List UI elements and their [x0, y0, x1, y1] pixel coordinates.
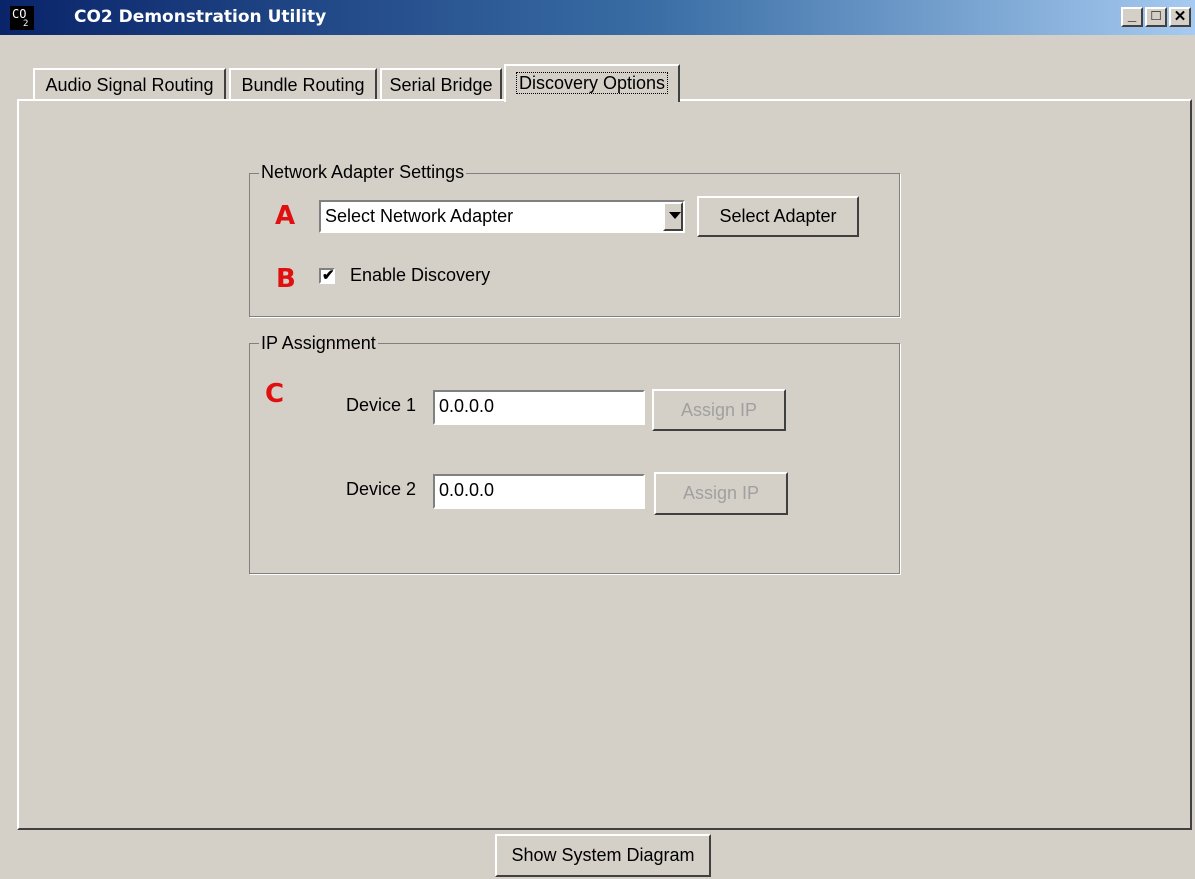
network-adapter-dropdown-value: Select Network Adapter [325, 206, 514, 226]
device-2-ip-input[interactable]: 0.0.0.0 [433, 474, 645, 509]
device-2-label: Device 2 [346, 479, 417, 499]
marker-b: B [276, 264, 296, 294]
device-1-label: Device 1 [346, 395, 417, 415]
device-1-assign-ip-button[interactable]: Assign IP [652, 389, 786, 431]
close-icon: ✕ [1173, 8, 1187, 25]
enable-discovery-label[interactable]: Enable Discovery [350, 265, 490, 286]
marker-c: C [265, 379, 285, 409]
enable-discovery-checkbox[interactable]: ✔ [319, 267, 335, 284]
maximize-button[interactable]: □ [1145, 7, 1167, 27]
dropdown-triangle [669, 212, 681, 219]
tab-audio-signal-routing[interactable]: Audio Signal Routing [33, 68, 226, 100]
app-icon: CO 2 [10, 6, 34, 30]
check-icon: ✔ [322, 267, 335, 284]
device-2-assign-ip-button[interactable]: Assign IP [654, 472, 788, 515]
minimize-icon: _ [1127, 7, 1137, 24]
chevron-down-icon[interactable] [663, 202, 683, 231]
ip-assignment-group [249, 343, 900, 574]
tab-label: Audio Signal Routing [45, 75, 214, 95]
device-1-ip-value: 0.0.0.0 [439, 396, 495, 416]
assign-ip-label: Assign IP [680, 400, 758, 420]
tab-discovery-options[interactable]: Discovery Options [504, 64, 680, 102]
window-title: CO2 Demonstration Utility [74, 7, 327, 27]
title-bar[interactable]: CO 2 CO2 Demonstration Utility _ □ ✕ [0, 0, 1195, 35]
close-button[interactable]: ✕ [1169, 7, 1191, 27]
device-1-ip-input[interactable]: 0.0.0.0 [433, 390, 645, 425]
marker-a: A [275, 201, 296, 231]
network-adapter-dropdown[interactable]: Select Network Adapter [319, 200, 685, 233]
tab-label: Discovery Options [515, 72, 669, 94]
app-icon-subscript: 2 [23, 19, 29, 29]
select-adapter-button[interactable]: Select Adapter [697, 196, 859, 237]
network-adapter-group [249, 173, 900, 317]
tab-bundle-routing[interactable]: Bundle Routing [229, 68, 377, 100]
tab-serial-bridge[interactable]: Serial Bridge [380, 68, 502, 100]
select-adapter-label: Select Adapter [719, 206, 837, 226]
tab-label: Serial Bridge [389, 75, 493, 95]
device-2-ip-value: 0.0.0.0 [439, 480, 495, 500]
network-adapter-group-title: Network Adapter Settings [259, 162, 467, 183]
minimize-button[interactable]: _ [1121, 7, 1143, 27]
maximize-icon: □ [1151, 7, 1161, 24]
show-system-diagram-label: Show System Diagram [511, 845, 695, 865]
ip-assignment-group-title: IP Assignment [259, 333, 378, 354]
show-system-diagram-button[interactable]: Show System Diagram [495, 834, 711, 877]
tab-label: Bundle Routing [241, 75, 365, 95]
assign-ip-label: Assign IP [682, 483, 760, 503]
